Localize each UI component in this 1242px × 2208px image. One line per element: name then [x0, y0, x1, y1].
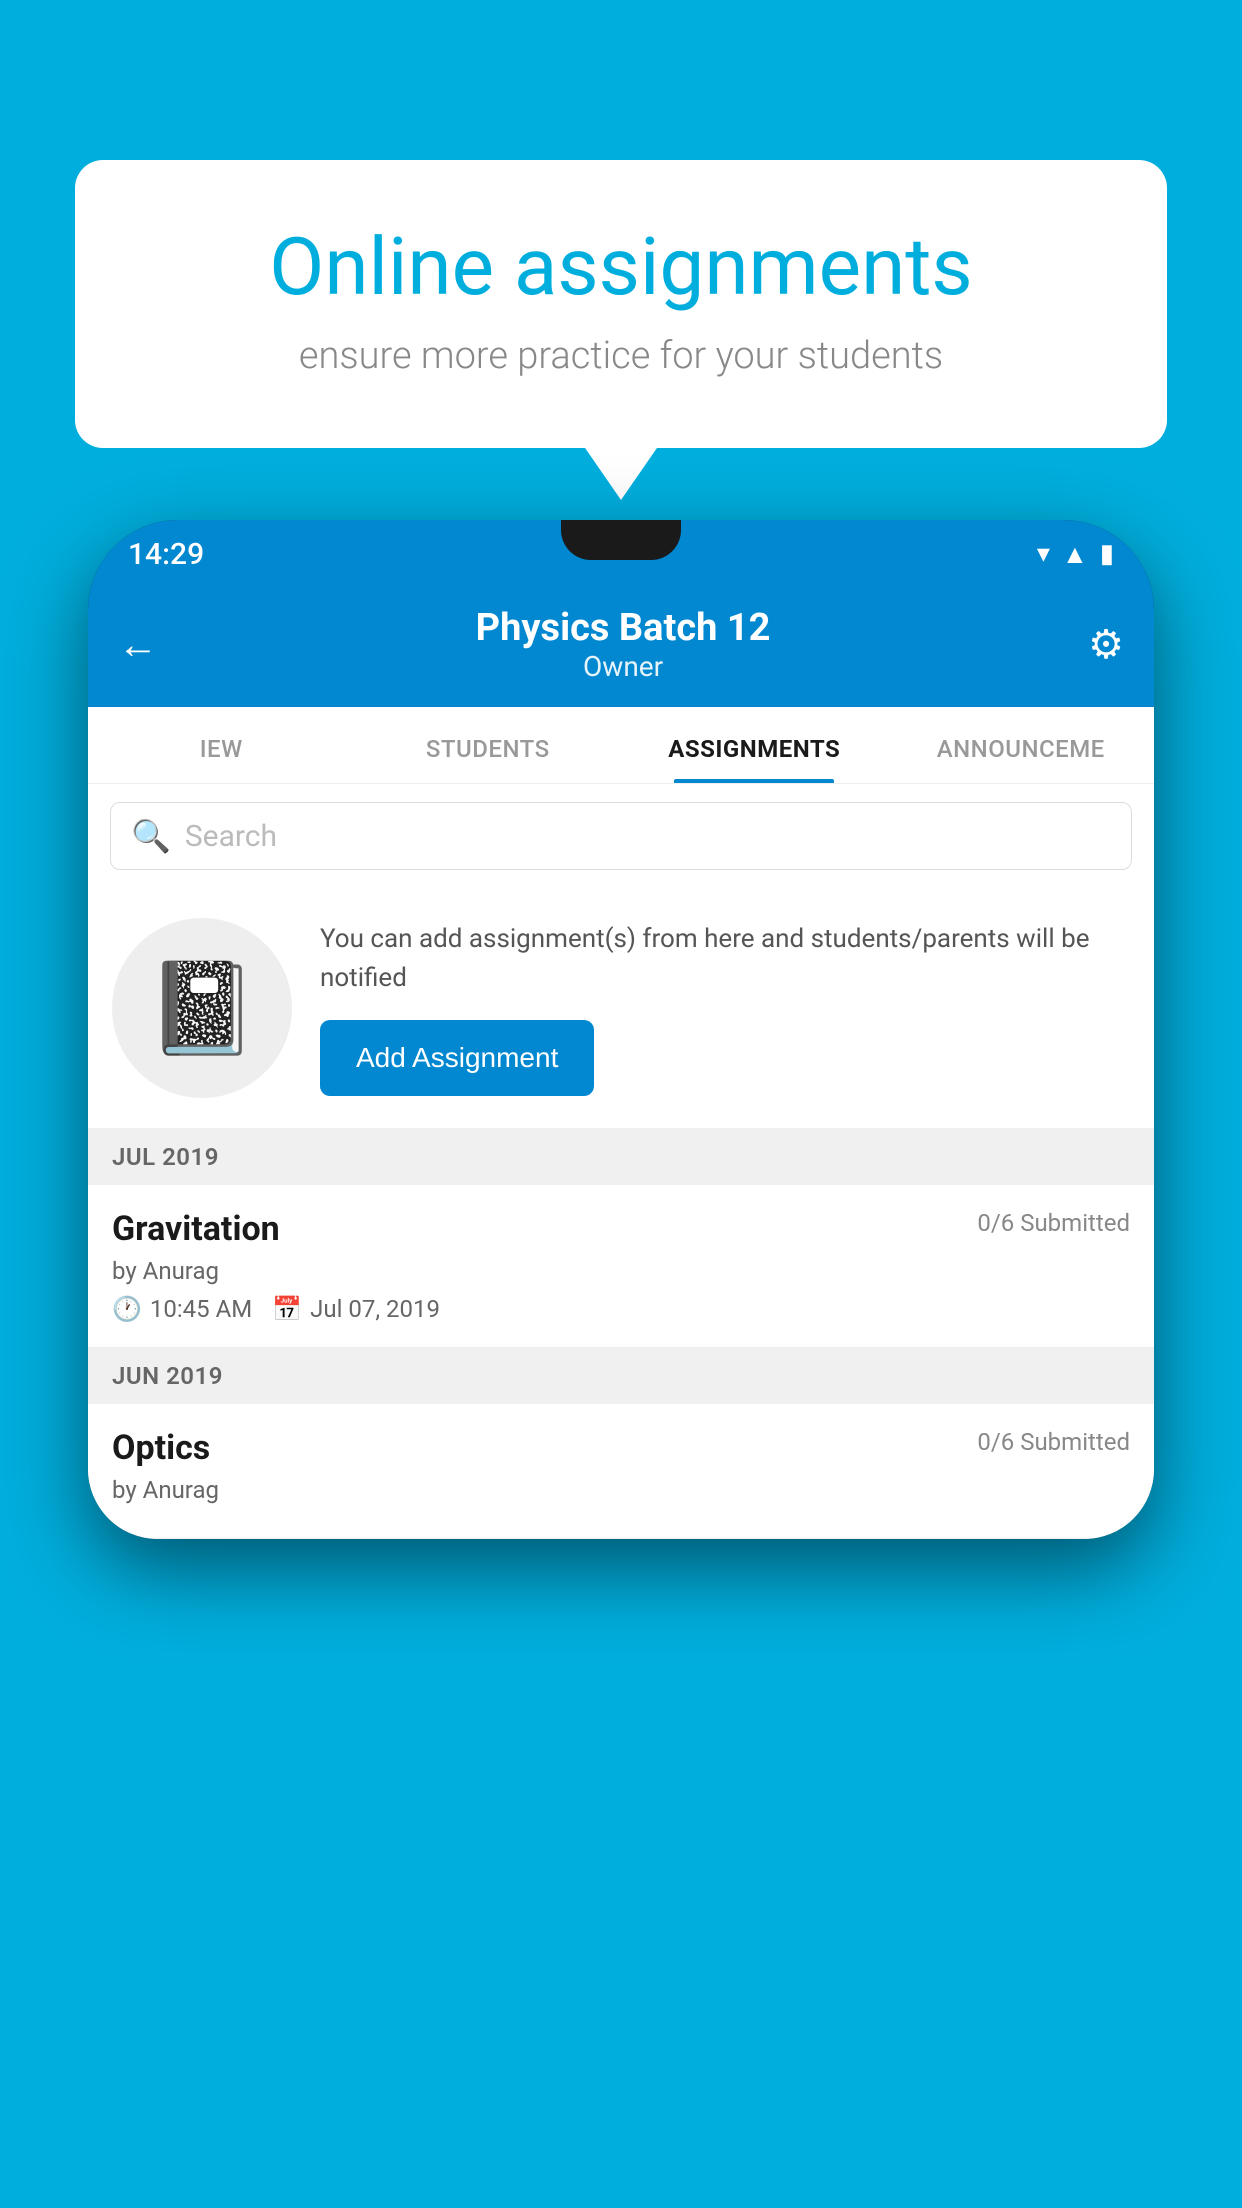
notch — [561, 520, 681, 560]
assignment-name-optics: Optics — [112, 1428, 210, 1468]
assignment-item-optics[interactable]: Optics 0/6 Submitted by Anurag — [88, 1404, 1154, 1539]
assignment-item-gravitation[interactable]: Gravitation 0/6 Submitted by Anurag 🕐 10… — [88, 1185, 1154, 1348]
section-header-jun: JUN 2019 — [88, 1348, 1154, 1404]
tab-iew[interactable]: IEW — [88, 707, 355, 783]
status-icons: ▾ ▲ ▮ — [1037, 539, 1114, 570]
time-value-gravitation: 10:45 AM — [150, 1295, 252, 1323]
promo-right: You can add assignment(s) from here and … — [320, 920, 1130, 1096]
promo-icon-circle: 📓 — [112, 918, 292, 1098]
date-value-gravitation: Jul 07, 2019 — [310, 1295, 440, 1323]
battery-icon: ▮ — [1100, 539, 1114, 569]
header-subtitle: Owner — [476, 650, 771, 683]
add-assignment-button[interactable]: Add Assignment — [320, 1020, 594, 1096]
assignment-top: Gravitation 0/6 Submitted — [112, 1209, 1130, 1249]
clock-icon: 🕐 — [112, 1295, 142, 1323]
assignment-date-gravitation: 📅 Jul 07, 2019 — [272, 1295, 440, 1323]
header-center: Physics Batch 12 Owner — [476, 606, 771, 683]
assignment-time-gravitation: 🕐 10:45 AM — [112, 1295, 252, 1323]
app-header: ← Physics Batch 12 Owner ⚙ — [88, 588, 1154, 707]
phone-container: 14:29 ▾ ▲ ▮ ← Physics Batch 12 Owner ⚙ I… — [88, 520, 1154, 2208]
assignment-submitted-gravitation: 0/6 Submitted — [977, 1209, 1130, 1237]
app-content: 🔍 Search 📓 You can add assignment(s) fro… — [88, 784, 1154, 1539]
assignment-top-optics: Optics 0/6 Submitted — [112, 1428, 1130, 1468]
assignment-name-gravitation: Gravitation — [112, 1209, 280, 1249]
tab-students[interactable]: STUDENTS — [355, 707, 622, 783]
search-placeholder: Search — [185, 819, 277, 854]
wifi-icon: ▾ — [1037, 539, 1050, 569]
promo-section: 📓 You can add assignment(s) from here an… — [88, 888, 1154, 1129]
phone-frame: 14:29 ▾ ▲ ▮ ← Physics Batch 12 Owner ⚙ I… — [88, 520, 1154, 1539]
assignment-meta-gravitation: 🕐 10:45 AM 📅 Jul 07, 2019 — [112, 1295, 1130, 1323]
assignment-author-optics: by Anurag — [112, 1476, 1130, 1504]
speech-bubble: Online assignments ensure more practice … — [75, 160, 1167, 448]
speech-bubble-subtitle: ensure more practice for your students — [145, 334, 1097, 378]
promo-description: You can add assignment(s) from here and … — [320, 920, 1130, 998]
signal-icon: ▲ — [1062, 539, 1088, 570]
speech-bubble-container: Online assignments ensure more practice … — [75, 160, 1167, 448]
tab-announcements[interactable]: ANNOUNCEME — [888, 707, 1155, 783]
calendar-icon: 📅 — [272, 1295, 302, 1323]
tab-assignments[interactable]: ASSIGNMENTS — [621, 707, 888, 783]
assignment-submitted-optics: 0/6 Submitted — [977, 1428, 1130, 1456]
search-bar[interactable]: 🔍 Search — [110, 802, 1132, 870]
speech-bubble-title: Online assignments — [145, 220, 1097, 314]
back-button[interactable]: ← — [118, 621, 158, 668]
notebook-icon: 📓 — [146, 956, 258, 1061]
assignment-author-gravitation: by Anurag — [112, 1257, 1130, 1285]
search-bar-container: 🔍 Search — [88, 784, 1154, 888]
settings-icon[interactable]: ⚙ — [1088, 621, 1124, 668]
section-header-jul: JUL 2019 — [88, 1129, 1154, 1185]
search-icon: 🔍 — [131, 817, 171, 855]
tabs-bar: IEW STUDENTS ASSIGNMENTS ANNOUNCEME — [88, 707, 1154, 784]
status-time: 14:29 — [128, 537, 204, 572]
header-title: Physics Batch 12 — [476, 606, 771, 650]
